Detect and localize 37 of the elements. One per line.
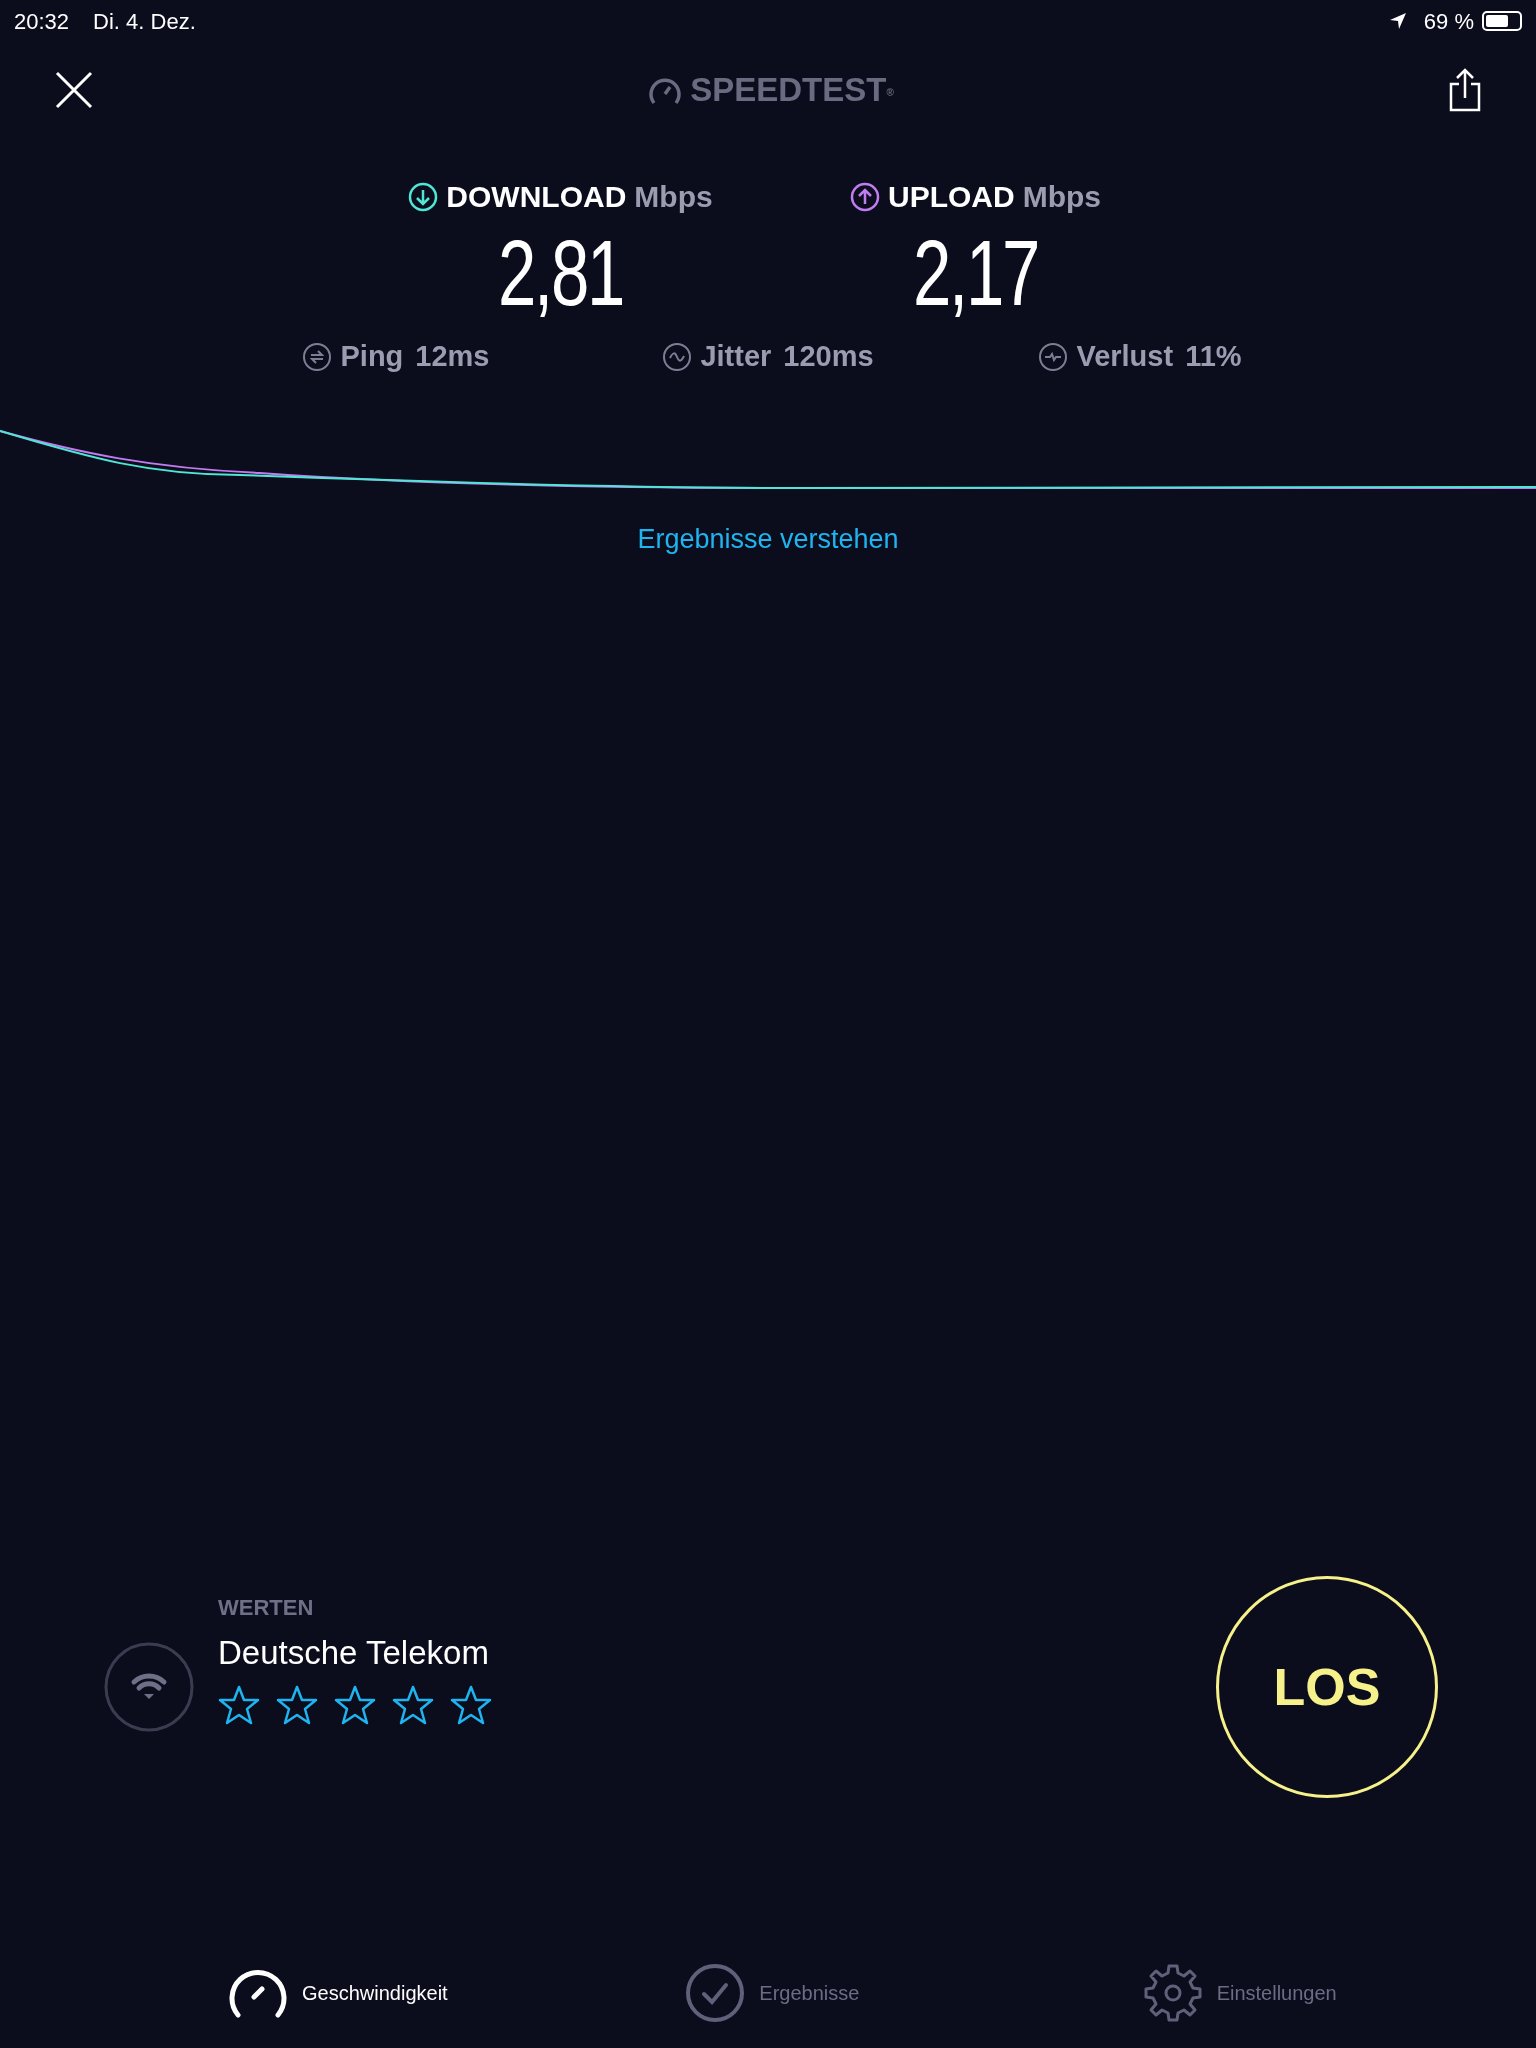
checkmark-icon — [685, 1963, 746, 2023]
tab[interactable]: Geschwindigkeit — [228, 1965, 686, 2021]
star-icon[interactable] — [276, 1685, 318, 1726]
result-label: UPLOAD — [888, 179, 1015, 215]
metric-value: 11% — [1185, 339, 1242, 374]
results-link[interactable]: Ergebnisse verstehen — [637, 523, 899, 554]
wave-icon — [662, 341, 693, 372]
metric-value: 120ms — [783, 339, 874, 374]
unit-label: Mbps — [634, 179, 713, 215]
ping-icon — [302, 341, 333, 372]
metric-value: 12ms — [415, 339, 490, 374]
pulse-icon — [1038, 341, 1069, 372]
wifi-icon — [104, 1642, 194, 1732]
provider-name: Deutsche Telekom — [218, 1632, 490, 1673]
star-icon[interactable] — [450, 1685, 492, 1726]
app-title: SPEEDTEST$^{®}$ — [690, 70, 894, 111]
close-button[interactable] — [54, 70, 94, 110]
result-label: DOWNLOAD — [446, 179, 627, 215]
status-date: Di. 4. Dez. — [93, 7, 196, 36]
share-button[interactable] — [1448, 68, 1482, 112]
star-icon[interactable] — [334, 1685, 376, 1726]
start-button[interactable]: LOS — [1216, 1576, 1438, 1798]
star-icon[interactable] — [218, 1685, 260, 1726]
metric-label: Jitter — [700, 339, 772, 374]
metric-label: Verlust — [1076, 339, 1174, 374]
tab[interactable]: Einstellungen — [1142, 1963, 1536, 2023]
star-icon[interactable] — [392, 1685, 434, 1726]
unit-label: Mbps — [1022, 179, 1101, 215]
rating-heading: WERTEN — [218, 1593, 315, 1622]
result-value: 2,81 — [497, 227, 624, 319]
tab[interactable]: Ergebnisse — [685, 1963, 1143, 2023]
battery-icon — [1482, 11, 1522, 31]
status-time: 20:32 — [14, 7, 70, 36]
metric-label: Ping — [340, 339, 404, 374]
result-value: 2,17 — [912, 227, 1039, 319]
battery-percentage: 69 % — [1423, 7, 1474, 36]
settings-icon — [1142, 1963, 1203, 2023]
